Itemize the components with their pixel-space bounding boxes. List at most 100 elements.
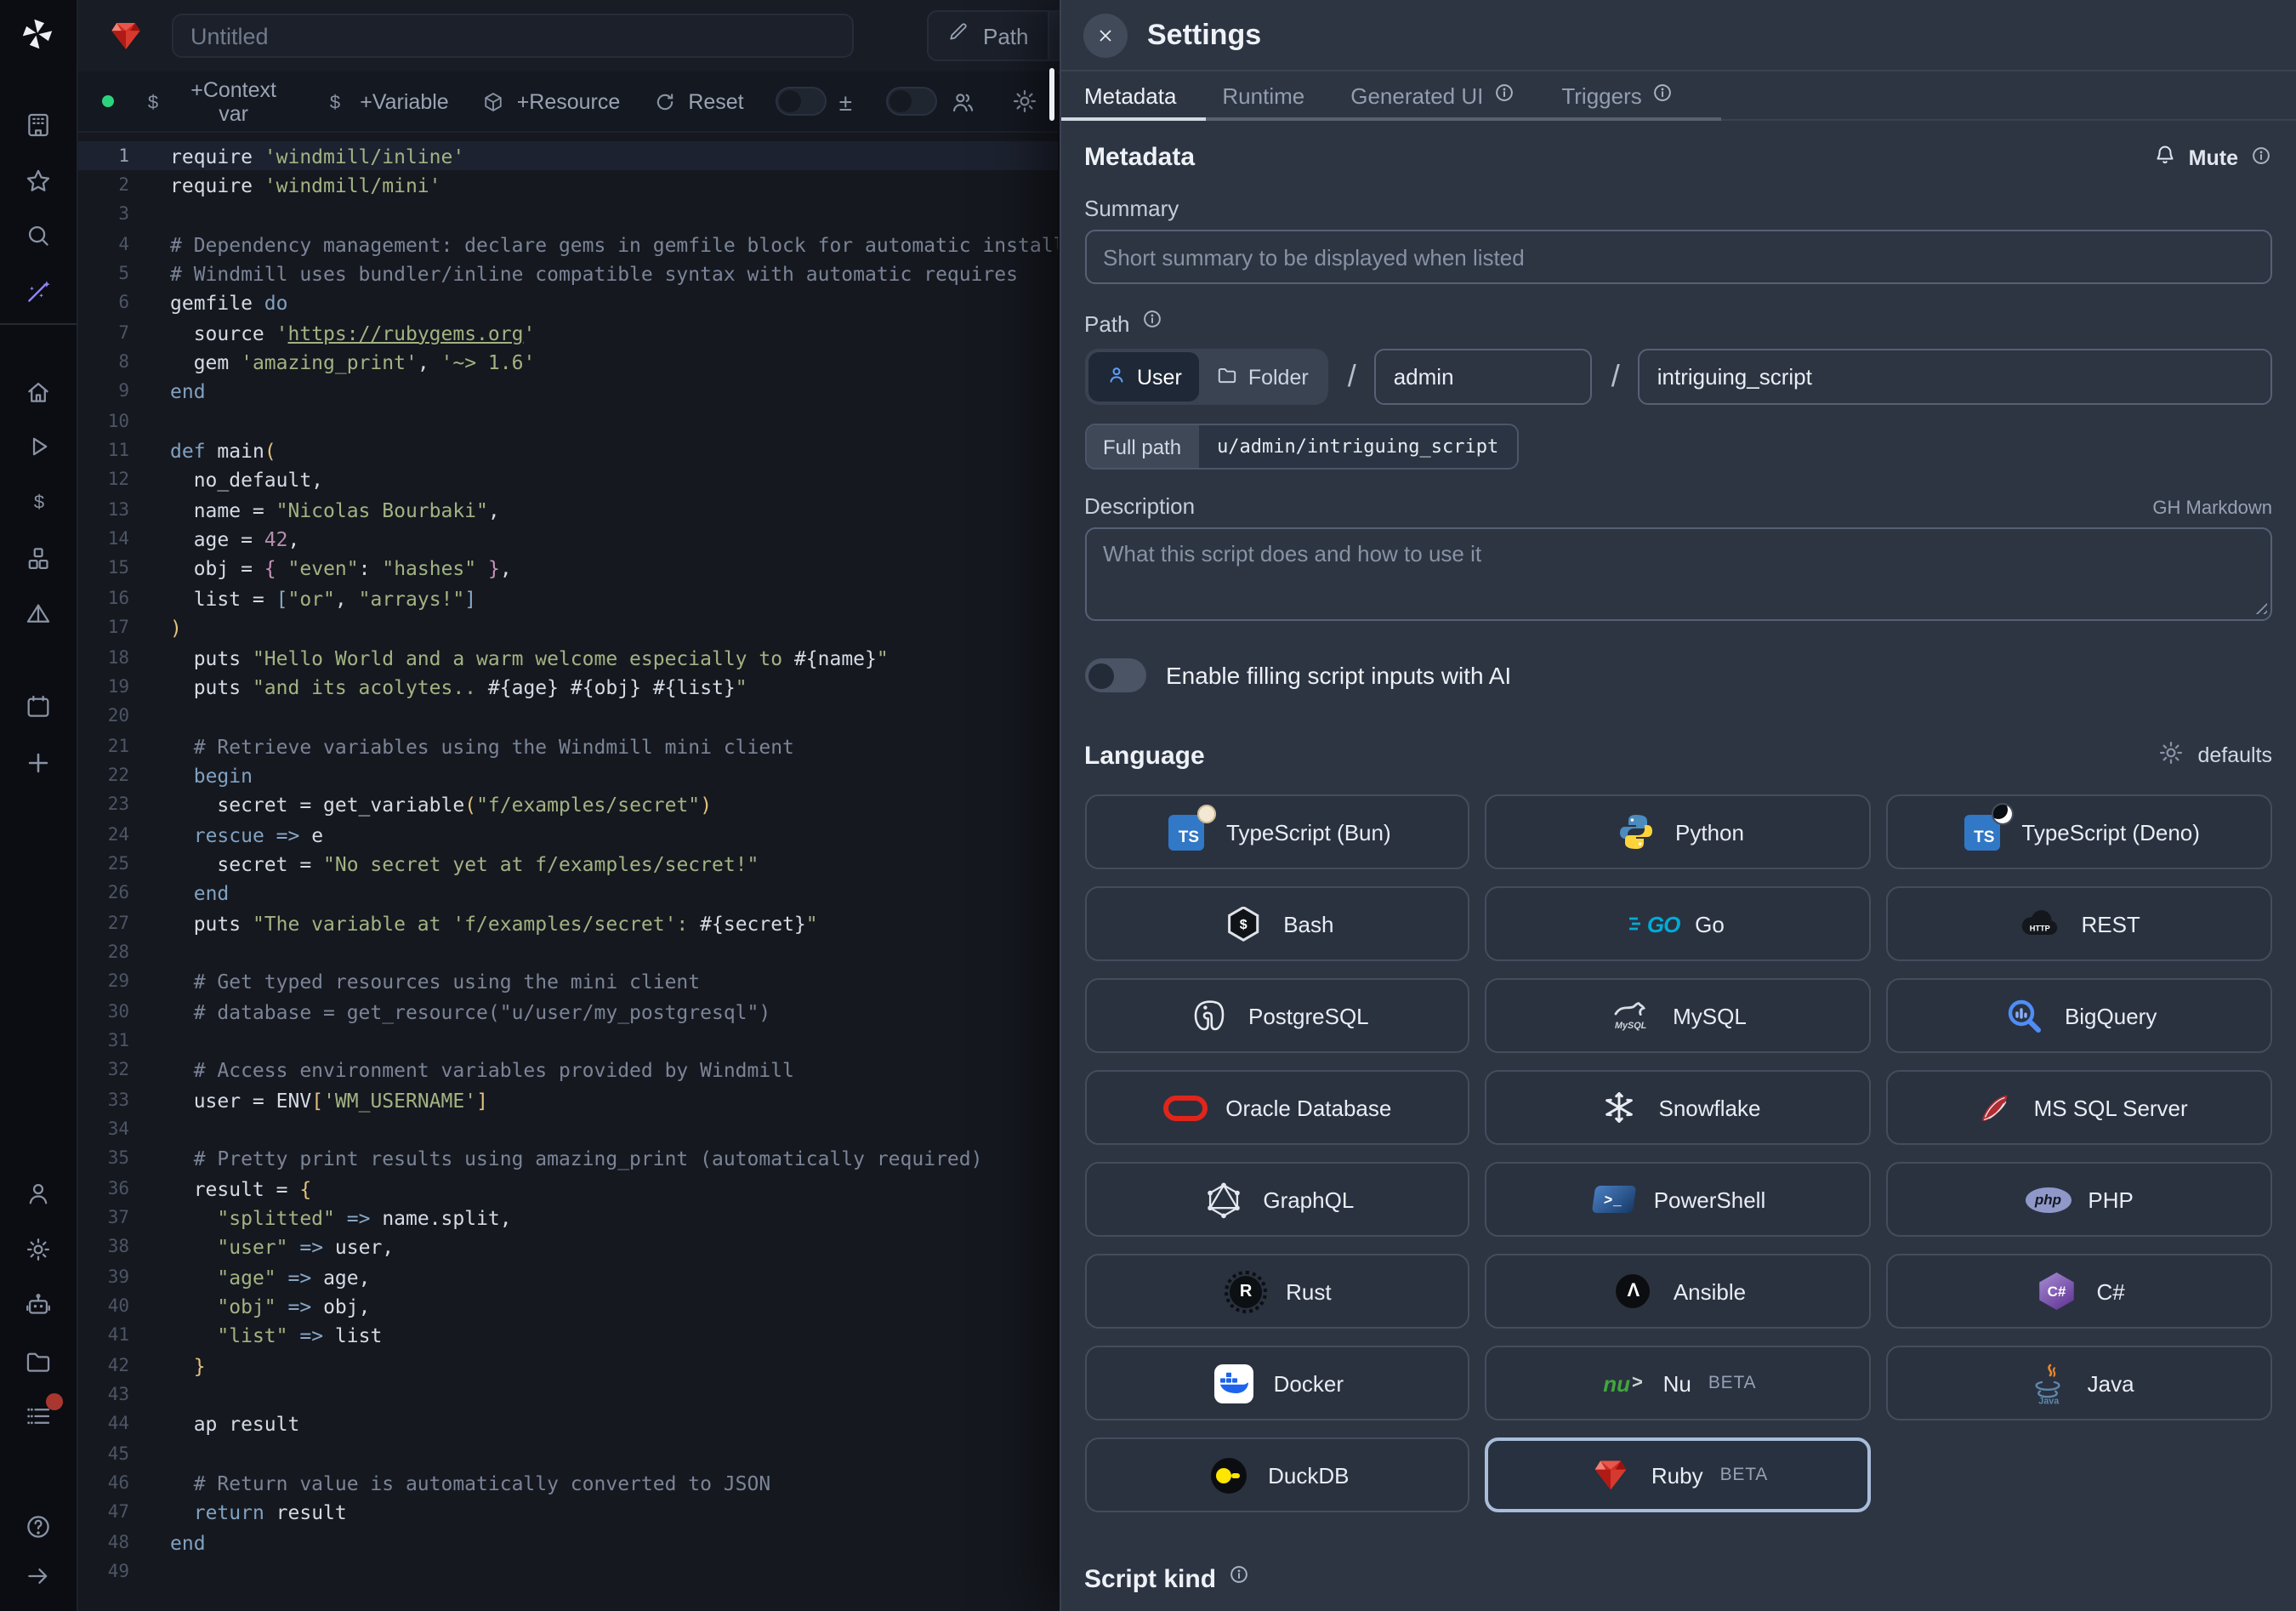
- language-rust[interactable]: RRust: [1084, 1254, 1470, 1329]
- owner-kind-folder[interactable]: Folder: [1199, 352, 1326, 401]
- rest-icon: HTTP: [2018, 901, 2064, 947]
- code-line: 46 # Return value is automatically conve…: [77, 1469, 1058, 1499]
- multiplayer-toggle[interactable]: [886, 87, 937, 116]
- editor-settings-gear-icon[interactable]: [1010, 87, 1039, 116]
- language-python[interactable]: Python: [1486, 794, 1872, 869]
- description-textarea[interactable]: [1084, 527, 2272, 621]
- play-icon[interactable]: [23, 430, 54, 461]
- tab-triggers[interactable]: Triggers: [1561, 82, 1674, 109]
- svg-text:$: $: [33, 491, 43, 512]
- code-line: 18 puts "Hello World and a warm welcome …: [77, 643, 1058, 673]
- kiosk-icon[interactable]: [23, 109, 54, 139]
- tab-scrollbar[interactable]: [1060, 117, 2296, 121]
- bash-icon: $: [1220, 901, 1266, 947]
- ts-bun-icon: TS: [1163, 809, 1209, 855]
- panel-resize-handle[interactable]: [1049, 68, 1054, 121]
- language-snowflake[interactable]: Snowflake: [1486, 1070, 1872, 1145]
- path-name-input[interactable]: [1639, 349, 2272, 405]
- summary-input[interactable]: [1084, 230, 2272, 284]
- calendar-icon[interactable]: [23, 691, 54, 721]
- home-icon[interactable]: [23, 376, 54, 407]
- user-icon[interactable]: [23, 1177, 54, 1208]
- add-variable-button[interactable]: $ +Variable: [321, 88, 448, 115]
- mysql-icon: MySQL: [1610, 993, 1656, 1039]
- tab-generated-ui[interactable]: Generated UI: [1350, 82, 1515, 109]
- arrow-right-icon[interactable]: [23, 1560, 54, 1591]
- gear-icon[interactable]: [23, 1233, 54, 1264]
- line-number: 31: [77, 1031, 129, 1051]
- code-line: 27 puts "The variable at 'f/examples/sec…: [77, 908, 1058, 938]
- language-bigquery[interactable]: BigQuery: [1886, 978, 2272, 1053]
- line-number: 14: [77, 529, 129, 549]
- language-typescript-bun[interactable]: TSTypeScript (Bun): [1084, 794, 1470, 869]
- settings-header: Settings: [1060, 0, 2296, 71]
- mute-button[interactable]: Mute: [2153, 143, 2272, 172]
- language-ansible[interactable]: ΛAnsible: [1486, 1254, 1872, 1329]
- plus-icon[interactable]: [23, 747, 54, 777]
- language-typescript-deno[interactable]: TSTypeScript (Deno): [1886, 794, 2272, 869]
- svg-text:HTTP: HTTP: [2030, 924, 2050, 932]
- cubes-icon[interactable]: [23, 543, 54, 573]
- language-c[interactable]: C#C#: [1886, 1254, 2272, 1329]
- list-icon[interactable]: [23, 1400, 54, 1431]
- line-number: 7: [77, 322, 129, 343]
- add-context-var-button[interactable]: $ +Context var: [139, 77, 288, 125]
- powershell-icon: >_: [1591, 1176, 1637, 1222]
- language-java[interactable]: Java Java: [1886, 1346, 2272, 1420]
- plus-minus-icon: ±: [839, 88, 852, 115]
- language-php[interactable]: phpPHP: [1886, 1162, 2272, 1237]
- language-label: DuckDB: [1268, 1462, 1349, 1488]
- line-number: 11: [77, 441, 129, 461]
- line-number: 39: [77, 1267, 129, 1287]
- script-title-input[interactable]: [172, 14, 854, 58]
- tab-runtime[interactable]: Runtime: [1222, 83, 1304, 108]
- windmill-logo[interactable]: [18, 15, 59, 56]
- code-line: 8 gem 'amazing_print', '~> 1.6': [77, 348, 1058, 378]
- owner-kind-user[interactable]: User: [1088, 352, 1199, 401]
- robot-icon[interactable]: [23, 1289, 54, 1320]
- svg-text:Java: Java: [2038, 1395, 2060, 1404]
- code-line: 2require 'windmill/mini': [77, 171, 1058, 201]
- language-powershell[interactable]: >_PowerShell: [1486, 1162, 1872, 1237]
- dollar-icon: $: [139, 88, 167, 115]
- folder-icon: [1216, 363, 1238, 390]
- language-ms-sql-server[interactable]: MS SQL Server: [1886, 1070, 2272, 1145]
- reset-button[interactable]: Reset: [652, 89, 743, 113]
- svg-text:MySQL: MySQL: [1614, 1021, 1645, 1031]
- line-number: 21: [77, 736, 129, 756]
- code-line: 5# Windmill uses bundler/inline compatib…: [77, 259, 1058, 289]
- language-label: Oracle Database: [1225, 1095, 1391, 1120]
- tab-metadata[interactable]: Metadata: [1084, 83, 1176, 108]
- dollar-icon[interactable]: $: [23, 487, 54, 517]
- folder-icon[interactable]: [23, 1346, 54, 1376]
- search-icon[interactable]: [23, 219, 54, 250]
- language-rest[interactable]: HTTPREST: [1886, 886, 2272, 961]
- line-number: 20: [77, 706, 129, 726]
- diff-mode-toggle[interactable]: [776, 87, 827, 116]
- star-icon[interactable]: [23, 165, 54, 196]
- defaults-button[interactable]: defaults: [2157, 738, 2272, 772]
- add-resource-button[interactable]: +Resource: [481, 89, 621, 113]
- language-ruby[interactable]: RubyBETA: [1486, 1437, 1872, 1512]
- language-bash[interactable]: $Bash: [1084, 886, 1470, 961]
- language-graphql[interactable]: GraphQL: [1084, 1162, 1470, 1237]
- language-docker[interactable]: Docker: [1084, 1346, 1470, 1420]
- code-editor[interactable]: 1require 'windmill/inline'2require 'wind…: [77, 133, 1058, 1611]
- people-icon[interactable]: [949, 88, 976, 115]
- path-owner-input[interactable]: [1375, 349, 1593, 405]
- language-oracle-database[interactable]: Oracle Database: [1084, 1070, 1470, 1145]
- code-line: 39 "age" => age,: [77, 1262, 1058, 1292]
- ai-fill-toggle[interactable]: [1084, 658, 1145, 692]
- wand-icon[interactable]: [23, 276, 54, 306]
- help-icon[interactable]: [23, 1511, 54, 1541]
- language-nu[interactable]: nu>NuBETA: [1486, 1346, 1872, 1420]
- go-icon: GO: [1632, 901, 1678, 947]
- language-label: Java: [2088, 1370, 2134, 1396]
- line-number: 45: [77, 1444, 129, 1465]
- language-postgresql[interactable]: PostgreSQL: [1084, 978, 1470, 1053]
- language-go[interactable]: GOGo: [1486, 886, 1872, 961]
- language-duckdb[interactable]: DuckDB: [1084, 1437, 1470, 1512]
- language-mysql[interactable]: MySQLMySQL: [1486, 978, 1872, 1053]
- close-button[interactable]: [1083, 13, 1127, 57]
- prism-icon[interactable]: [23, 599, 54, 629]
